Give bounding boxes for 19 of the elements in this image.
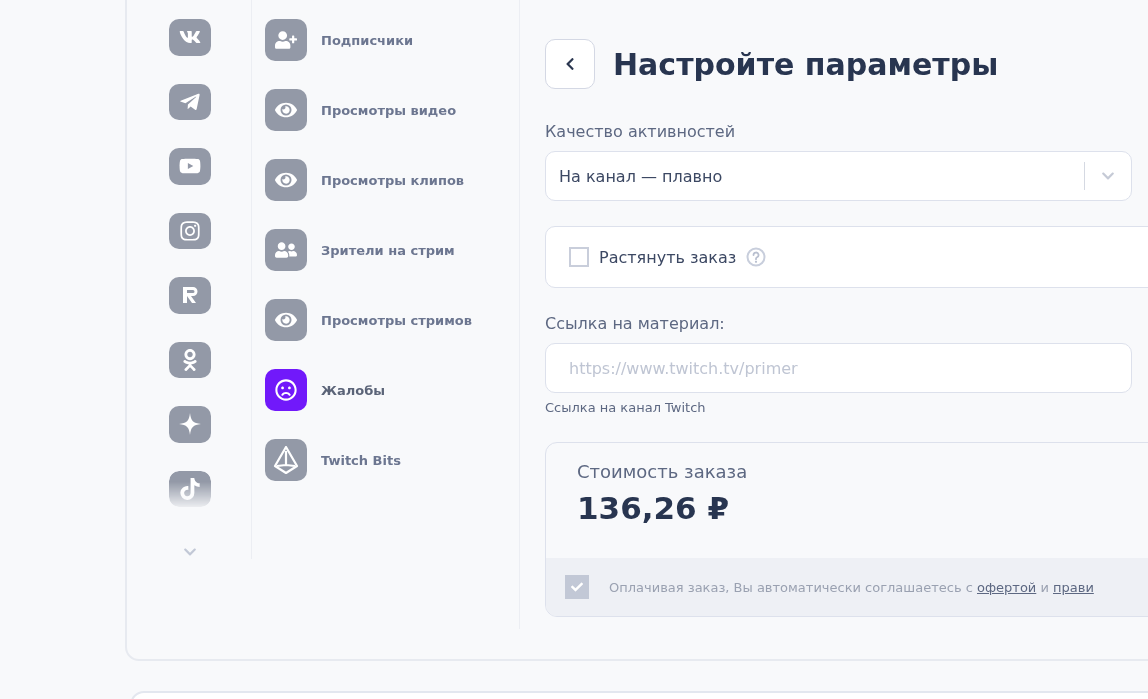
- offer-link[interactable]: офертой: [977, 579, 1037, 595]
- service-label[interactable]: Просмотры клипов: [321, 169, 511, 191]
- field-label: Качество активностей: [545, 122, 737, 141]
- link-input[interactable]: https://www.twitch.tv/primer: [545, 343, 1132, 393]
- quality-select[interactable]: На канал — плавно: [545, 151, 1132, 201]
- service-label[interactable]: Просмотры видео: [321, 99, 511, 121]
- cost-label: Стоимость заказа: [577, 461, 749, 482]
- field-label: Ссылка на материал:: [545, 314, 726, 333]
- service-label[interactable]: Жалобы: [321, 379, 511, 401]
- stretch-label[interactable]: Растянуть заказ: [599, 247, 737, 267]
- cost-value: 136,26 ₽: [577, 490, 730, 526]
- terms-text: Оплачивая заказ, Вы автоматически соглашаетесь с офертой и прави: [609, 579, 1094, 595]
- page-title: Настройте параметры: [613, 46, 999, 82]
- service-label[interactable]: Twitch Bits: [321, 449, 511, 471]
- service-label[interactable]: Зрители на стрим: [321, 239, 511, 261]
- field-hint: Ссылка на канал Twitch: [545, 400, 707, 415]
- service-label[interactable]: Просмотры стримов: [321, 309, 511, 331]
- service-label[interactable]: Подписчики: [321, 29, 511, 51]
- rules-link[interactable]: прави: [1053, 579, 1094, 595]
